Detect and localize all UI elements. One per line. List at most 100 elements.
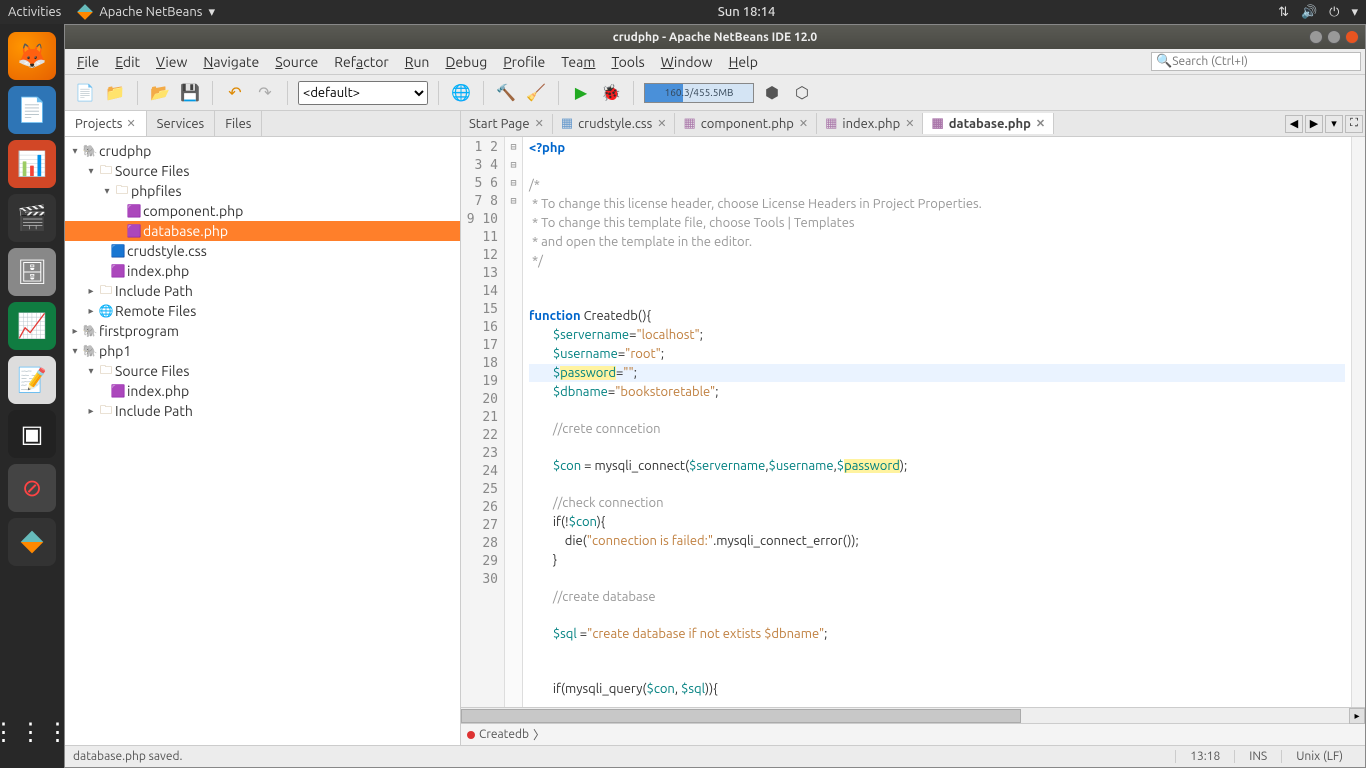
netbeans-window: crudphp - Apache NetBeans IDE 12.0 File … bbox=[64, 24, 1366, 768]
close-button[interactable] bbox=[1345, 30, 1359, 44]
tab-projects[interactable]: Projects✕ bbox=[65, 111, 147, 136]
show-applications-icon[interactable]: ⋮⋮⋮ bbox=[8, 708, 56, 756]
quick-search[interactable]: 🔍 bbox=[1151, 52, 1361, 71]
tree-index-php[interactable]: 🟪index.php bbox=[65, 261, 460, 281]
memory-gauge[interactable]: 160.3/455.5MB bbox=[644, 83, 754, 103]
tree-include-path[interactable]: ▸🗀Include Path bbox=[65, 401, 460, 421]
profile2-icon[interactable]: ⬡ bbox=[790, 81, 814, 105]
menu-bar: File Edit View Navigate Source Refactor … bbox=[65, 49, 1365, 75]
tree-crudstyle-css[interactable]: 🟦crudstyle.css bbox=[65, 241, 460, 261]
run-config-select[interactable]: <default> bbox=[298, 81, 428, 105]
close-icon[interactable]: ✕ bbox=[1036, 117, 1045, 130]
maximize-button[interactable] bbox=[1327, 30, 1341, 44]
tab-list-button[interactable]: ▾ bbox=[1325, 115, 1343, 133]
writer-icon[interactable]: 📄 bbox=[8, 86, 56, 134]
firefox-icon[interactable]: 🦊 bbox=[8, 32, 56, 80]
close-icon[interactable]: ✕ bbox=[799, 117, 808, 130]
menu-debug[interactable]: Debug bbox=[437, 52, 495, 72]
close-icon[interactable]: ✕ bbox=[535, 117, 544, 130]
clock[interactable]: Sun 18:14 bbox=[215, 5, 1278, 19]
open-project-icon[interactable]: 📂 bbox=[148, 81, 172, 105]
project-tree[interactable]: ▾🐘crudphp ▾🗀Source Files ▾🗀phpfiles 🟪com… bbox=[65, 137, 460, 745]
menu-view[interactable]: View bbox=[148, 52, 195, 72]
tab-database-php[interactable]: ▦database.php✕ bbox=[923, 113, 1054, 134]
tab-services[interactable]: Services bbox=[147, 111, 216, 136]
blocked-icon[interactable]: ⊘ bbox=[8, 464, 56, 512]
new-file-icon[interactable]: 📄 bbox=[73, 81, 97, 105]
line-ending[interactable]: Unix (LF) bbox=[1281, 750, 1357, 763]
scrollbar-thumb[interactable] bbox=[461, 709, 1021, 723]
tree-project-firstprogram[interactable]: ▸🐘firstprogram bbox=[65, 321, 460, 341]
activities-button[interactable]: Activities bbox=[8, 5, 61, 19]
tree-remote-files[interactable]: ▸🌐Remote Files bbox=[65, 301, 460, 321]
tab-forward-button[interactable]: ▶ bbox=[1305, 115, 1323, 133]
debug-icon[interactable]: 🐞 bbox=[599, 81, 623, 105]
menu-file[interactable]: File bbox=[69, 52, 107, 72]
menu-tools[interactable]: Tools bbox=[603, 52, 652, 72]
tab-back-button[interactable]: ◀ bbox=[1285, 115, 1303, 133]
files-icon[interactable]: 🗄 bbox=[8, 248, 56, 296]
menu-help[interactable]: Help bbox=[721, 52, 766, 72]
breadcrumb-item[interactable]: Createdb bbox=[479, 728, 529, 741]
impress-icon[interactable]: 📊 bbox=[8, 140, 56, 188]
network-icon[interactable]: ⇅ bbox=[1278, 5, 1289, 20]
tree-include-path[interactable]: ▸🗀Include Path bbox=[65, 281, 460, 301]
volume-icon[interactable]: 🔊 bbox=[1301, 5, 1317, 20]
menu-window[interactable]: Window bbox=[653, 52, 721, 72]
editor-breadcrumb[interactable]: Createdb 〉 bbox=[461, 723, 1365, 745]
menu-run[interactable]: Run bbox=[397, 52, 438, 72]
menu-navigate[interactable]: Navigate bbox=[195, 52, 267, 72]
tab-component-php[interactable]: ▦component.php✕ bbox=[675, 113, 817, 134]
error-stripe[interactable] bbox=[1351, 137, 1365, 707]
undo-icon[interactable]: ↶ bbox=[223, 81, 247, 105]
calc-icon[interactable]: 📈 bbox=[8, 302, 56, 350]
tree-component-php[interactable]: 🟪component.php bbox=[65, 201, 460, 221]
menu-team[interactable]: Team bbox=[553, 52, 603, 72]
close-icon[interactable]: ✕ bbox=[905, 117, 914, 130]
menu-refactor[interactable]: Refactor bbox=[326, 52, 396, 72]
horizontal-scrollbar[interactable]: ▸ bbox=[461, 707, 1365, 723]
redo-icon[interactable]: ↷ bbox=[253, 81, 277, 105]
tree-source-files[interactable]: ▾🗀Source Files bbox=[65, 361, 460, 381]
new-project-icon[interactable]: 📁 bbox=[103, 81, 127, 105]
insert-mode[interactable]: INS bbox=[1234, 750, 1281, 763]
menu-source[interactable]: Source bbox=[267, 52, 326, 72]
fold-gutter[interactable]: ⊟ ⊟ ⊟ ⊟ bbox=[505, 137, 523, 707]
run-icon[interactable]: ▶ bbox=[569, 81, 593, 105]
text-editor-icon[interactable]: 📝 bbox=[8, 356, 56, 404]
tab-index-php[interactable]: ▦index.php✕ bbox=[817, 113, 923, 134]
save-all-icon[interactable]: 💾 bbox=[178, 81, 202, 105]
clean-build-icon[interactable]: 🧹 bbox=[524, 81, 548, 105]
scroll-right-icon[interactable]: ▸ bbox=[1349, 708, 1365, 724]
code-content[interactable]: <?php /* * To change this license header… bbox=[523, 137, 1351, 707]
menu-edit[interactable]: Edit bbox=[107, 52, 148, 72]
tree-source-files[interactable]: ▾🗀Source Files bbox=[65, 161, 460, 181]
tab-maximize-button[interactable]: ⛶ bbox=[1345, 115, 1363, 133]
profile-icon[interactable]: ⬢ bbox=[760, 81, 784, 105]
close-icon[interactable]: ✕ bbox=[657, 117, 666, 130]
video-icon[interactable]: 🎬 bbox=[8, 194, 56, 242]
tree-project-php1[interactable]: ▾🐘php1 bbox=[65, 341, 460, 361]
search-icon: 🔍 bbox=[1156, 54, 1172, 69]
sidebar: Projects✕ Services Files ▾🐘crudphp ▾🗀Sou… bbox=[65, 111, 461, 745]
tree-database-php[interactable]: 🟪database.php bbox=[65, 221, 460, 241]
search-input[interactable] bbox=[1172, 55, 1352, 68]
tab-crudstyle-css[interactable]: ▦crudstyle.css✕ bbox=[553, 113, 676, 134]
app-menu[interactable]: Apache NetBeans ▾ bbox=[77, 4, 215, 20]
netbeans-launcher-icon[interactable] bbox=[8, 518, 56, 566]
tab-files[interactable]: Files bbox=[215, 111, 262, 136]
sidebar-tabs: Projects✕ Services Files bbox=[65, 111, 460, 137]
close-icon[interactable]: ✕ bbox=[126, 117, 135, 130]
power-icon[interactable]: ⏻ bbox=[1329, 5, 1339, 20]
chevron-down-icon[interactable]: ▾ bbox=[1351, 5, 1358, 20]
tree-project-crudphp[interactable]: ▾🐘crudphp bbox=[65, 141, 460, 161]
browser-icon[interactable]: 🌐 bbox=[449, 81, 473, 105]
tab-start-page[interactable]: Start Page✕ bbox=[461, 114, 553, 134]
menu-profile[interactable]: Profile bbox=[495, 52, 553, 72]
minimize-button[interactable] bbox=[1309, 30, 1323, 44]
tree-index-php[interactable]: 🟪index.php bbox=[65, 381, 460, 401]
code-editor[interactable]: 1 2 3 4 5 6 7 8 9 10 11 12 13 14 15 16 1… bbox=[461, 137, 1365, 707]
tree-phpfiles[interactable]: ▾🗀phpfiles bbox=[65, 181, 460, 201]
build-icon[interactable]: 🔨 bbox=[494, 81, 518, 105]
terminal-icon[interactable]: ▣ bbox=[8, 410, 56, 458]
